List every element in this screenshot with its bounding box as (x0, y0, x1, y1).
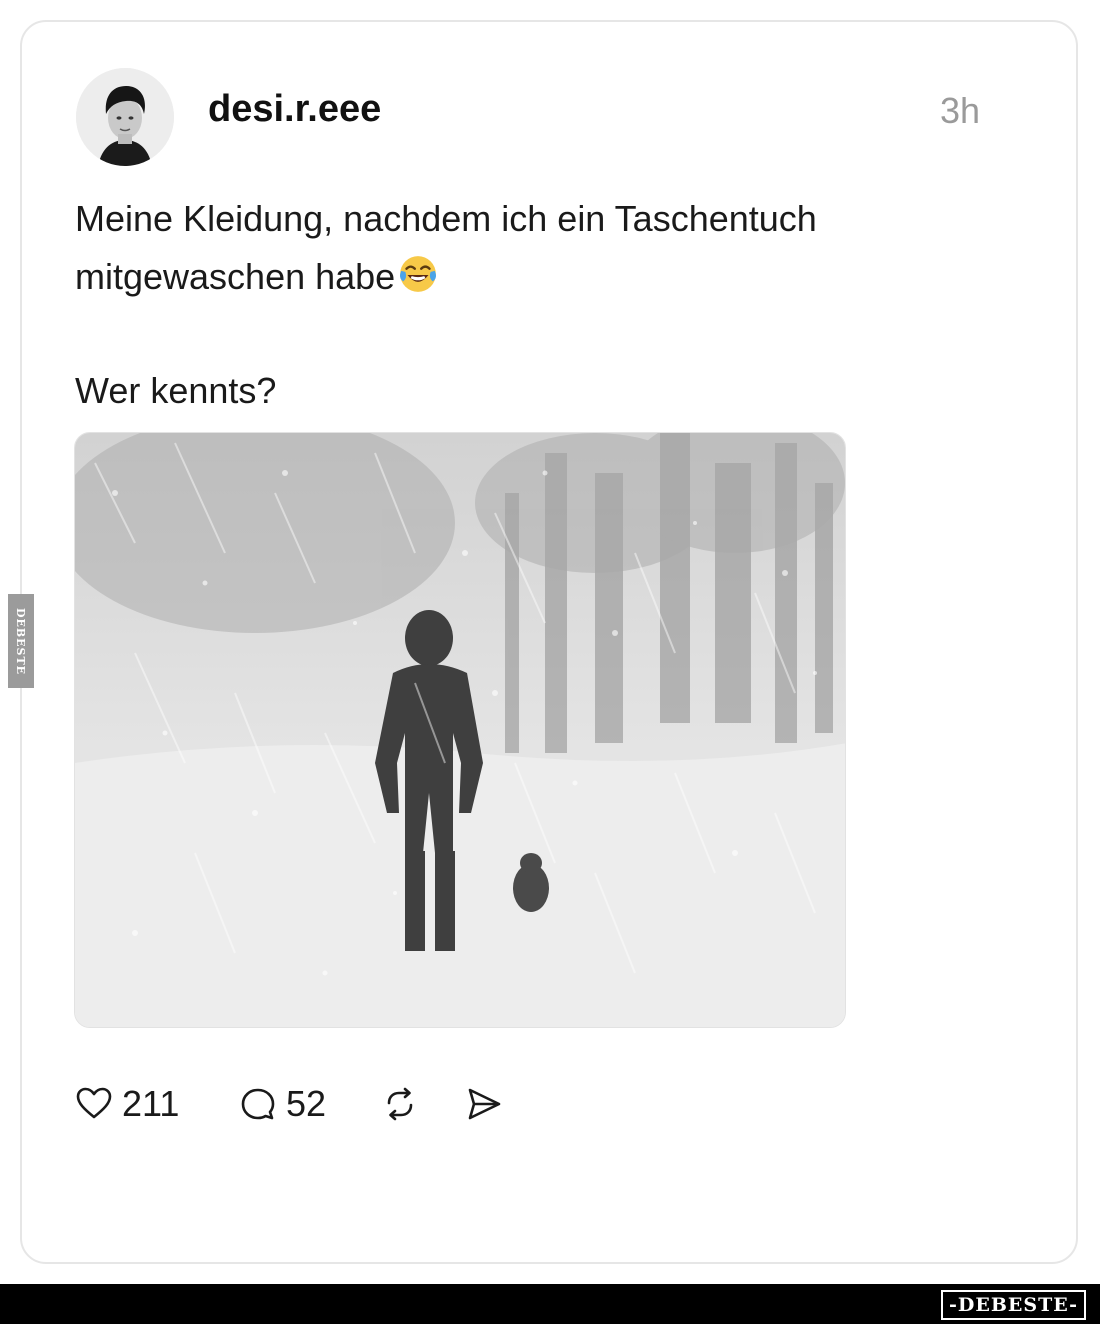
avatar-image (76, 68, 174, 166)
caption-line-with-emoji: mitgewaschen habe (75, 248, 1035, 306)
repost-action[interactable] (380, 1078, 420, 1130)
side-watermark-text: DEBESTE (14, 607, 28, 675)
side-watermark: DEBESTE (8, 594, 34, 688)
like-action[interactable]: 211 (74, 1078, 179, 1130)
snowstorm-photo (75, 433, 845, 1027)
like-count: 211 (122, 1083, 180, 1124)
comment-count: 52 (286, 1083, 327, 1124)
share-icon[interactable] (464, 1084, 504, 1124)
post-timestamp: 3h (940, 90, 981, 131)
caption-text: mitgewaschen habe (75, 256, 396, 297)
share-action[interactable] (464, 1078, 504, 1130)
username[interactable]: desi.r.eee (208, 88, 381, 131)
repost-icon[interactable] (380, 1084, 420, 1124)
caption-line: Wer kennts? (75, 370, 277, 411)
post-image[interactable] (74, 432, 846, 1028)
avatar[interactable] (76, 68, 174, 166)
post-caption: Meine Kleidung, nachdem ich ein Taschent… (75, 190, 1035, 420)
brand-watermark: -DEBESTE- (941, 1290, 1086, 1320)
caption-line: Meine Kleidung, nachdem ich ein Taschent… (75, 198, 817, 239)
comment-action[interactable]: 52 (238, 1078, 326, 1130)
footer-bar: -DEBESTE- (0, 1284, 1100, 1324)
comment-icon[interactable] (238, 1084, 278, 1124)
heart-icon[interactable] (74, 1084, 114, 1124)
face-with-tears-of-joy-icon (400, 256, 437, 292)
